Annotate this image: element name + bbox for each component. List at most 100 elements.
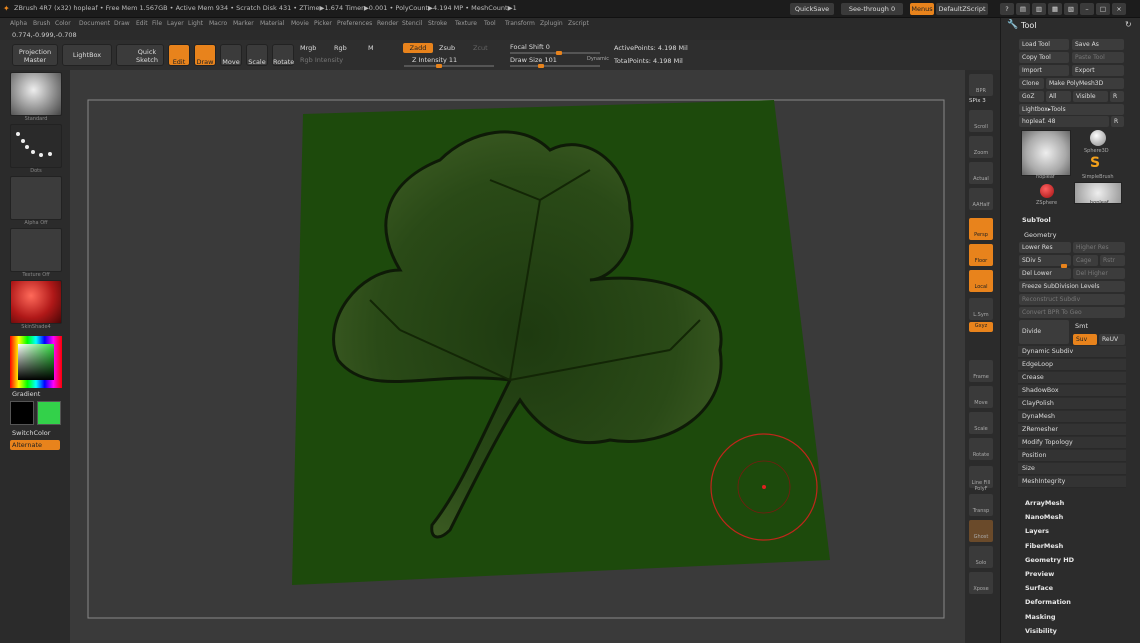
menu-draw[interactable]: Draw bbox=[114, 20, 130, 27]
goz-button[interactable]: GoZ bbox=[1019, 91, 1044, 102]
tool-palette-title[interactable]: Tool bbox=[1021, 21, 1037, 30]
menu-picker[interactable]: Picker bbox=[314, 20, 332, 27]
menu-file[interactable]: File bbox=[152, 20, 162, 27]
clone-button[interactable]: Clone bbox=[1019, 78, 1044, 89]
reuv-button[interactable]: ReUV bbox=[1099, 334, 1125, 345]
r-tool-button[interactable]: R bbox=[1111, 116, 1124, 127]
main-color-swatch[interactable] bbox=[10, 401, 34, 425]
section-surface[interactable]: Surface bbox=[1025, 584, 1053, 592]
help-icon[interactable]: ? bbox=[1000, 3, 1014, 15]
menu-light[interactable]: Light bbox=[188, 20, 203, 27]
scale-view-button[interactable]: Scale bbox=[969, 412, 993, 434]
brush-thumbnail[interactable] bbox=[10, 72, 62, 116]
focal-shift-track[interactable] bbox=[510, 52, 600, 54]
menu-transform[interactable]: Transform bbox=[505, 20, 535, 27]
layout3-icon[interactable]: ▦ bbox=[1048, 3, 1062, 15]
secondary-color-swatch[interactable] bbox=[37, 401, 61, 425]
visible-button[interactable]: Visible bbox=[1073, 91, 1108, 102]
higher-res-button[interactable]: Higher Res bbox=[1073, 242, 1125, 253]
alpha-thumbnail[interactable] bbox=[10, 176, 62, 220]
menu-render[interactable]: Render bbox=[377, 20, 398, 27]
section-arraymesh[interactable]: ArrayMesh bbox=[1025, 499, 1064, 507]
export-button[interactable]: Export bbox=[1072, 65, 1124, 76]
copy-tool-button[interactable]: Copy Tool bbox=[1019, 52, 1069, 63]
alternate-button[interactable]: Alternate bbox=[10, 440, 60, 450]
geometry-item-crease[interactable]: Crease bbox=[1018, 372, 1126, 384]
geometry-item-shadowbox[interactable]: ShadowBox bbox=[1018, 385, 1126, 397]
zadd-toggle[interactable]: Zadd bbox=[403, 43, 433, 53]
layout2-icon[interactable]: ▥ bbox=[1032, 3, 1046, 15]
smt-toggle[interactable]: Smt bbox=[1075, 322, 1088, 330]
section-fibermesh[interactable]: FiberMesh bbox=[1025, 542, 1063, 550]
quicksave-button[interactable]: QuickSave bbox=[790, 3, 834, 15]
import-button[interactable]: Import bbox=[1019, 65, 1069, 76]
zsub-toggle[interactable]: Zsub bbox=[439, 44, 455, 52]
move-view-button[interactable]: Move bbox=[969, 386, 993, 408]
lightbox-tools-button[interactable]: Lightbox▸Tools bbox=[1019, 104, 1124, 115]
section-deformation[interactable]: Deformation bbox=[1025, 598, 1071, 606]
geometry-item-claypolish[interactable]: ClayPolish bbox=[1018, 398, 1126, 410]
xpose-button[interactable]: Xpose bbox=[969, 572, 993, 594]
lightbox-button[interactable]: LightBox bbox=[62, 44, 112, 66]
geometry-item-edgeloop[interactable]: EdgeLoop bbox=[1018, 359, 1126, 371]
del-lower-button[interactable]: Del Lower bbox=[1019, 268, 1071, 279]
draw-size-knob[interactable] bbox=[538, 64, 544, 68]
suv-toggle[interactable]: Suv bbox=[1073, 334, 1097, 345]
geometry-item-modify-topology[interactable]: Modify Topology bbox=[1018, 437, 1126, 449]
focal-shift-slider[interactable]: Focal Shift 0 bbox=[510, 43, 550, 51]
divide-button[interactable]: Divide bbox=[1019, 320, 1069, 344]
mrgb-toggle[interactable]: Mrgb bbox=[300, 44, 316, 52]
r-button[interactable]: R bbox=[1110, 91, 1124, 102]
geometry-item-position[interactable]: Position bbox=[1018, 450, 1126, 462]
minimize-icon[interactable]: – bbox=[1080, 3, 1094, 15]
ghost-button[interactable]: Ghost bbox=[969, 520, 993, 542]
menu-stroke[interactable]: Stroke bbox=[428, 20, 447, 27]
move-button[interactable]: Move bbox=[220, 44, 242, 66]
menu-marker[interactable]: Marker bbox=[233, 20, 254, 27]
rotate-view-button[interactable]: Rotate bbox=[969, 438, 993, 460]
dynamic-toggle[interactable]: Dynamic bbox=[587, 56, 609, 62]
seethrough-slider[interactable]: See-through 0 bbox=[841, 3, 903, 15]
z-intensity-slider[interactable]: Z Intensity 11 bbox=[412, 56, 457, 64]
layout4-icon[interactable]: ▧ bbox=[1064, 3, 1078, 15]
floor-button[interactable]: Floor bbox=[969, 244, 993, 266]
lsym-button[interactable]: L.Sym bbox=[969, 298, 993, 320]
draw-size-slider[interactable]: Draw Size 101 bbox=[510, 56, 557, 64]
local-button[interactable]: Local bbox=[969, 270, 993, 292]
zcut-toggle[interactable]: Zcut bbox=[473, 44, 488, 52]
rstr-button[interactable]: Rstr bbox=[1100, 255, 1125, 266]
projection-master-button[interactable]: Projection Master bbox=[12, 44, 58, 66]
cage-button[interactable]: Cage bbox=[1073, 255, 1098, 266]
aahalf-button[interactable]: AAHalf bbox=[969, 188, 993, 210]
z-intensity-knob[interactable] bbox=[436, 64, 442, 68]
section-preview[interactable]: Preview bbox=[1025, 570, 1054, 578]
quick-sketch-button[interactable]: Quick Sketch bbox=[116, 44, 164, 66]
maximize-icon[interactable]: □ bbox=[1096, 3, 1110, 15]
menu-brush[interactable]: Brush bbox=[33, 20, 50, 27]
make-polymesh-button[interactable]: Make PolyMesh3D bbox=[1046, 78, 1124, 89]
zoom-button[interactable]: Zoom bbox=[969, 136, 993, 158]
geometry-item-size[interactable]: Size bbox=[1018, 463, 1126, 475]
convert-bpr-button[interactable]: Convert BPR To Geo bbox=[1019, 307, 1125, 318]
sphere3d-tool-icon[interactable] bbox=[1090, 130, 1106, 146]
polyf-button[interactable]: Line Fill PolyF bbox=[969, 466, 993, 492]
menu-stencil[interactable]: Stencil bbox=[402, 20, 422, 27]
reconstruct-subdiv-button[interactable]: Reconstruct Subdiv bbox=[1019, 294, 1125, 305]
simplebrush-tool-icon[interactable]: S bbox=[1090, 155, 1100, 171]
geometry-item-meshintegrity[interactable]: MeshIntegrity bbox=[1018, 476, 1126, 488]
menu-texture[interactable]: Texture bbox=[455, 20, 477, 27]
z-intensity-track[interactable] bbox=[404, 65, 494, 67]
gradient-label[interactable]: Gradient bbox=[12, 390, 40, 398]
menu-document[interactable]: Document bbox=[79, 20, 110, 27]
zsphere-tool-icon[interactable] bbox=[1040, 184, 1054, 198]
focal-shift-knob[interactable] bbox=[556, 51, 562, 55]
menu-macro[interactable]: Macro bbox=[209, 20, 227, 27]
rgb-toggle[interactable]: Rgb bbox=[334, 44, 347, 52]
geometry-item-dynamic-subdiv[interactable]: Dynamic Subdiv bbox=[1018, 346, 1126, 358]
gxyz-button[interactable]: Gxyz bbox=[969, 322, 993, 332]
save-as-button[interactable]: Save As bbox=[1072, 39, 1124, 50]
switchcolor-button[interactable]: SwitchColor bbox=[12, 429, 50, 437]
menu-zscript[interactable]: Zscript bbox=[568, 20, 589, 27]
close-icon[interactable]: × bbox=[1112, 3, 1126, 15]
geometry-item-dynamesh[interactable]: DynaMesh bbox=[1018, 411, 1126, 423]
